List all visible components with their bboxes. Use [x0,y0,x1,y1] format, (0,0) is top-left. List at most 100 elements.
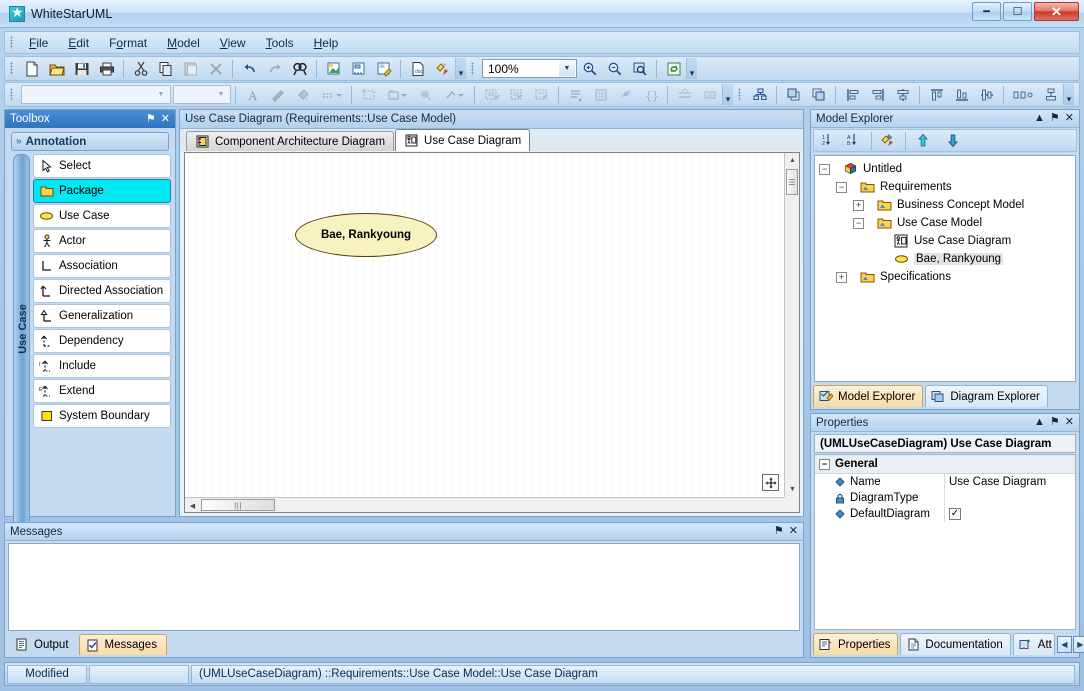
suppress2-icon[interactable] [505,84,528,105]
tree-node-use-case-diagram[interactable]: Use Case Diagram [819,232,1075,250]
tab-output[interactable]: Output [8,634,79,655]
font-color-icon[interactable]: A [241,84,264,105]
tab-use-case-diagram[interactable]: Use Case Diagram [395,129,531,151]
add-diagram-icon[interactable] [347,58,370,79]
toolbox-item-include[interactable]: I Include [33,354,171,378]
hscroll-thumb[interactable]: ||| [201,499,275,511]
vscroll-thumb[interactable]: ☰ [786,169,798,195]
toolbar2-overflow-2[interactable]: ▾ [1063,84,1074,105]
toolbox-item-select[interactable]: Select [33,154,171,178]
chevron-down-icon[interactable]: ▼ [559,61,575,76]
shadow-icon[interactable] [414,84,437,105]
toolbox-item-extend[interactable]: E Extend [33,379,171,403]
refresh-icon[interactable] [662,58,685,79]
tree-node-untitled[interactable]: − Untitled [819,160,1075,178]
toolbox-item-system-boundary[interactable]: System Boundary [33,404,171,428]
toolbar-gripper-1[interactable] [8,60,16,77]
pin-icon[interactable]: ⚑ [146,113,156,125]
new-diagram-icon[interactable] [322,58,345,79]
model-tree[interactable]: − Untitled − Requirements + Business Con… [814,155,1076,382]
chevron-down-icon[interactable]: ▼ [213,87,229,102]
stereotype-icon[interactable] [382,84,412,105]
grid-icon[interactable] [589,84,612,105]
tree-expander[interactable]: − [836,181,847,193]
move-up-icon[interactable] [911,130,934,151]
undo-icon[interactable] [238,58,261,79]
properties-grid[interactable]: − General Name Use Case Diagram DiagramT… [814,454,1076,630]
find-icon[interactable] [288,58,311,79]
align-top-icon[interactable] [925,84,948,105]
pin-icon[interactable]: ⚑ [1050,113,1060,124]
line-style-icon[interactable] [266,84,289,105]
document-icon[interactable]: doc [406,58,429,79]
resize-h-icon[interactable] [673,84,696,105]
tree-node-use-case-model[interactable]: − Use Case Model [819,214,1075,232]
redo-icon[interactable] [263,58,286,79]
property-row-defaultdiagram[interactable]: DefaultDiagram ✓ [815,506,1075,522]
close-icon[interactable]: ✕ [161,113,170,125]
fill-color-icon[interactable] [291,84,314,105]
space-vertical-icon[interactable] [1039,84,1062,105]
tree-node-bae-rankyoung[interactable]: Bae, Rankyoung [819,250,1075,268]
toolbox-item-dependency[interactable]: Dependency [33,329,171,353]
tab-diagram-explorer[interactable]: Diagram Explorer [925,385,1048,407]
menu-format[interactable]: Format [99,32,157,54]
filter-icon[interactable] [877,130,900,151]
font-size-combo[interactable]: ▼ [173,85,231,104]
tab-messages[interactable]: Messages [78,634,167,655]
close-icon[interactable]: ✕ [1065,417,1074,428]
shape-icon[interactable] [357,84,380,105]
toolbar-gripper-3[interactable] [8,86,16,103]
collapse-icon[interactable]: ▲ [1034,417,1045,428]
close-icon[interactable]: ✕ [789,526,798,537]
canvas-vertical-scrollbar[interactable]: ▲ ☰ ▼ [784,153,799,497]
diagram-canvas[interactable]: Bae, Rankyoung [185,153,784,497]
font-family-combo[interactable]: ▼ [21,85,171,104]
sort-numeric-icon[interactable]: 12 [818,130,841,151]
braces-icon[interactable]: {} [639,84,662,105]
property-row-name[interactable]: Name Use Case Diagram [815,474,1075,490]
property-value-diagramtype[interactable] [945,490,1075,506]
toolbox-item-package[interactable]: Package [33,179,171,203]
toolbar1-overflow[interactable]: ▾ [455,58,466,79]
edit-diagram-icon[interactable] [372,58,395,79]
close-icon[interactable]: ✕ [1065,113,1074,124]
space-horizontal-icon[interactable] [1009,84,1037,105]
zoom-out-icon[interactable] [603,58,626,79]
toolbar2-overflow[interactable]: ▾ [722,84,733,105]
collapse-icon[interactable]: ▲ [1034,113,1045,124]
tree-node-business-concept-model[interactable]: + Business Concept Model [819,196,1075,214]
properties-group-general[interactable]: − General [815,455,1075,474]
align-middle-icon[interactable] [975,84,998,105]
tab-model-explorer[interactable]: Model Explorer [813,385,924,407]
suppress1-icon[interactable] [480,84,503,105]
messages-content[interactable] [8,543,800,631]
align-bottom-icon[interactable] [950,84,973,105]
zoom-in-icon[interactable] [578,58,601,79]
toolbox-group-annotation[interactable]: » Annotation [11,132,169,151]
send-back-icon[interactable] [807,84,830,105]
toolbox-item-association[interactable]: Association [33,254,171,278]
tab-scroll-left-icon[interactable]: ◀ [1056,636,1072,653]
cut-icon[interactable] [129,58,152,79]
suppress3-icon[interactable] [530,84,553,105]
toolbox-item-use-case[interactable]: Use Case [33,204,171,228]
tree-node-specifications[interactable]: + Specifications [819,268,1075,286]
tab-attachments[interactable]: Att [1012,633,1055,655]
tab-scroll-right-icon[interactable]: ▶ [1072,636,1084,653]
tree-node-requirements[interactable]: − Requirements [819,178,1075,196]
visibility-icon[interactable] [614,84,637,105]
sort-alpha-icon[interactable]: AB [843,130,866,151]
menu-help[interactable]: Help [304,32,349,54]
tree-expander[interactable]: − [819,163,830,175]
move-down-icon[interactable] [941,130,964,151]
property-value-name[interactable]: Use Case Diagram [945,474,1075,490]
line-width-icon[interactable] [316,84,346,105]
zoom-fit-icon[interactable] [628,58,651,79]
toolbar1-overflow-2[interactable]: ▾ [686,58,697,79]
zoom-combo[interactable]: 100% ▼ [482,59,577,78]
tree-expander[interactable]: + [836,271,847,283]
align-left-icon[interactable] [841,84,864,105]
menu-tools[interactable]: Tools [256,32,304,54]
tab-documentation[interactable]: Documentation [900,633,1011,655]
